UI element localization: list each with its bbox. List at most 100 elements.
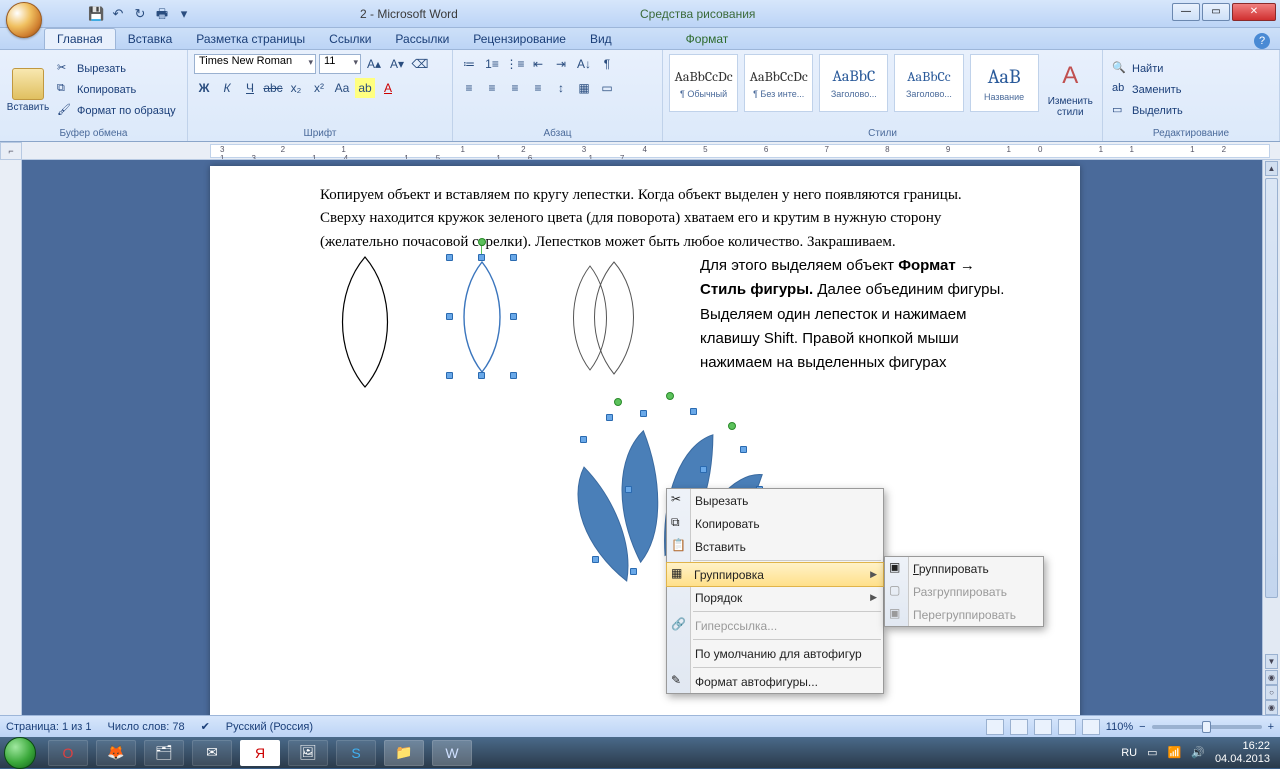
paragraph-1[interactable]: Копируем объект и вставляем по кругу леп… xyxy=(320,184,1010,254)
underline-button[interactable]: Ч xyxy=(240,78,260,98)
ctx-order[interactable]: Порядок▶ xyxy=(667,586,883,609)
zoom-slider[interactable] xyxy=(1152,725,1262,729)
task-libraries-icon[interactable]: 🗂 xyxy=(144,740,184,766)
subscript-button[interactable]: x₂ xyxy=(286,78,306,98)
next-page-icon[interactable]: ◉ xyxy=(1265,700,1278,715)
line-spacing-icon[interactable]: ↕ xyxy=(551,78,571,98)
paste-button[interactable]: Вставить xyxy=(6,54,50,126)
multilevel-icon[interactable]: ⋮≡ xyxy=(505,54,525,74)
font-size-combo[interactable]: 11 xyxy=(319,54,361,74)
strike-button[interactable]: abc xyxy=(263,78,283,98)
view-web-icon[interactable] xyxy=(1034,719,1052,735)
cut-button[interactable]: ✂Вырезать xyxy=(54,60,179,78)
borders-icon[interactable]: ▭ xyxy=(597,78,617,98)
clear-format-icon[interactable]: ⌫ xyxy=(410,54,430,74)
status-language[interactable]: Русский (Россия) xyxy=(226,721,313,733)
tab-references[interactable]: Ссылки xyxy=(317,29,383,49)
help-icon[interactable]: ? xyxy=(1254,33,1270,49)
redo-icon[interactable]: ↻ xyxy=(132,6,148,22)
ctx-cut[interactable]: ✂Вырезать xyxy=(667,489,883,512)
tray-network-icon[interactable]: 📶 xyxy=(1168,746,1182,759)
ctx-group[interactable]: ▣Группировать xyxy=(885,557,1043,580)
maximize-button[interactable]: ▭ xyxy=(1202,3,1230,21)
indent-inc-icon[interactable]: ⇥ xyxy=(551,54,571,74)
close-button[interactable]: ✕ xyxy=(1232,3,1276,21)
save-icon[interactable]: 💾 xyxy=(88,6,104,22)
indent-dec-icon[interactable]: ⇤ xyxy=(528,54,548,74)
font-color-button[interactable]: A xyxy=(378,78,398,98)
superscript-button[interactable]: x² xyxy=(309,78,329,98)
zoom-level[interactable]: 110% xyxy=(1106,721,1133,733)
document-area[interactable]: Копируем объект и вставляем по кругу леп… xyxy=(22,160,1262,715)
tab-layout[interactable]: Разметка страницы xyxy=(184,29,317,49)
task-explorer-icon[interactable]: 📁 xyxy=(384,740,424,766)
ctx-paste[interactable]: 📋Вставить xyxy=(667,535,883,558)
status-page[interactable]: Страница: 1 из 1 xyxy=(6,721,92,733)
sort-icon[interactable]: A↓ xyxy=(574,54,594,74)
find-button[interactable]: 🔍Найти xyxy=(1109,60,1186,78)
scroll-down-icon[interactable]: ▼ xyxy=(1265,654,1278,669)
highlight-button[interactable]: ab xyxy=(355,78,375,98)
shape-petal-1[interactable] xyxy=(325,252,405,392)
show-marks-icon[interactable]: ¶ xyxy=(597,54,617,74)
task-firefox-icon[interactable]: 🦊 xyxy=(96,740,136,766)
minimize-button[interactable]: — xyxy=(1172,3,1200,21)
replace-button[interactable]: abЗаменить xyxy=(1109,81,1186,99)
tab-home[interactable]: Главная xyxy=(44,28,116,49)
change-case-button[interactable]: Aa xyxy=(332,78,352,98)
task-mail-icon[interactable]: ✉ xyxy=(192,740,232,766)
change-styles-button[interactable]: A Изменить стили xyxy=(1045,54,1096,126)
tab-view[interactable]: Вид xyxy=(578,29,624,49)
office-button[interactable] xyxy=(6,2,42,38)
ctx-copy[interactable]: ⧉Копировать xyxy=(667,512,883,535)
tray-lang[interactable]: RU xyxy=(1121,747,1137,759)
undo-icon[interactable]: ↶ xyxy=(110,6,126,22)
status-word-count[interactable]: Число слов: 78 xyxy=(108,721,185,733)
browse-object-icon[interactable]: ○ xyxy=(1265,685,1278,700)
shrink-font-icon[interactable]: A▾ xyxy=(387,54,407,74)
horizontal-ruler[interactable]: 3 2 1 1 2 3 4 5 6 7 8 9 10 11 12 13 14 1… xyxy=(22,142,1280,160)
font-name-combo[interactable]: Times New Roman xyxy=(194,54,316,74)
bold-button[interactable]: Ж xyxy=(194,78,214,98)
view-outline-icon[interactable] xyxy=(1058,719,1076,735)
tab-mailings[interactable]: Рассылки xyxy=(383,29,461,49)
view-print-layout-icon[interactable] xyxy=(986,719,1004,735)
tab-format[interactable]: Формат xyxy=(674,29,741,49)
task-skype-icon[interactable]: S xyxy=(336,740,376,766)
tab-insert[interactable]: Вставка xyxy=(116,29,185,49)
align-right-icon[interactable]: ≡ xyxy=(505,78,525,98)
grow-font-icon[interactable]: A▴ xyxy=(364,54,384,74)
task-word-icon[interactable]: W xyxy=(432,740,472,766)
scroll-thumb[interactable] xyxy=(1265,178,1278,598)
numbering-icon[interactable]: 1≡ xyxy=(482,54,502,74)
style-title[interactable]: AaBНазвание xyxy=(970,54,1039,112)
view-fullscreen-icon[interactable] xyxy=(1010,719,1028,735)
qat-more-icon[interactable]: ▾ xyxy=(176,6,192,22)
shape-petal-2-selected[interactable] xyxy=(450,258,514,376)
style-normal[interactable]: AaBbCcDc¶ Обычный xyxy=(669,54,738,112)
scroll-up-icon[interactable]: ▲ xyxy=(1265,161,1278,176)
shading-icon[interactable]: ▦ xyxy=(574,78,594,98)
justify-icon[interactable]: ≡ xyxy=(528,78,548,98)
vertical-scrollbar[interactable]: ▲ ▼ ◉ ○ ◉ xyxy=(1262,160,1280,715)
ruler-corner[interactable]: ⌐ xyxy=(0,142,22,160)
start-button[interactable] xyxy=(4,739,44,767)
style-heading1[interactable]: AaBbCЗаголово... xyxy=(819,54,888,112)
style-heading2[interactable]: AaBbCcЗаголово... xyxy=(894,54,963,112)
tray-clock[interactable]: 16:22 04.04.2013 xyxy=(1215,740,1270,765)
style-nospacing[interactable]: AaBbCcDc¶ Без инте... xyxy=(744,54,813,112)
status-spellcheck-icon[interactable]: ✔ xyxy=(201,720,210,733)
prev-page-icon[interactable]: ◉ xyxy=(1265,670,1278,685)
format-painter-button[interactable]: 🖌Формат по образцу xyxy=(54,102,179,120)
vertical-ruler[interactable] xyxy=(0,160,22,715)
task-opera-icon[interactable]: O xyxy=(48,740,88,766)
align-center-icon[interactable]: ≡ xyxy=(482,78,502,98)
copy-button[interactable]: ⧉Копировать xyxy=(54,81,179,99)
zoom-in-button[interactable]: + xyxy=(1268,721,1274,733)
zoom-out-button[interactable]: − xyxy=(1139,721,1145,733)
tray-flag-icon[interactable]: ▭ xyxy=(1147,746,1157,759)
tray-sound-icon[interactable]: 🔊 xyxy=(1191,746,1205,759)
print-icon[interactable]: 🖶 xyxy=(154,6,170,22)
ctx-default-autoshape[interactable]: По умолчанию для автофигур xyxy=(667,642,883,665)
task-picture-icon[interactable]: 🖼 xyxy=(288,740,328,766)
